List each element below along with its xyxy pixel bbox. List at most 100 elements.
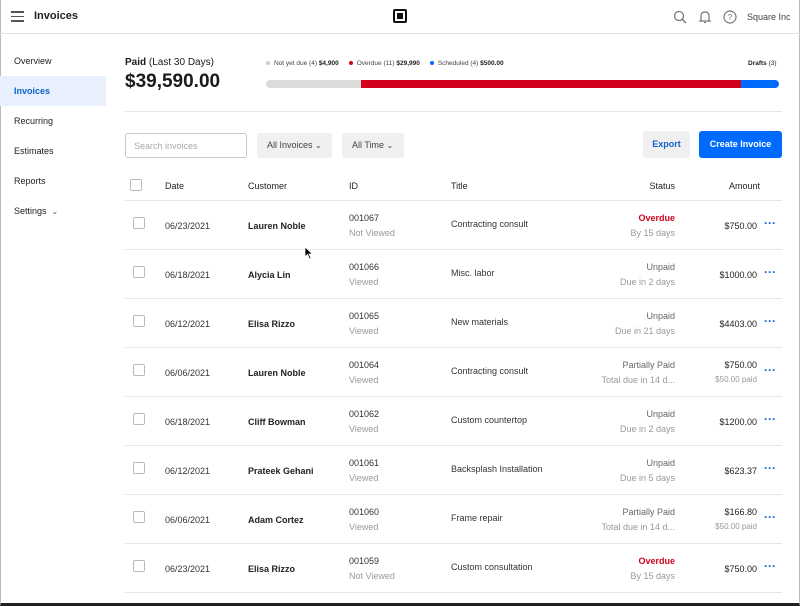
- row-checkbox[interactable]: [133, 462, 145, 474]
- divider: [125, 111, 782, 112]
- filter-label: All Time: [352, 140, 385, 150]
- export-button[interactable]: Export: [643, 131, 690, 158]
- status-badge: Unpaid: [646, 262, 675, 272]
- column-header-id[interactable]: ID: [349, 181, 358, 191]
- table-row[interactable]: 06/18/2021 Cliff Bowman 001062 Viewed Custom…: [125, 397, 782, 446]
- more-options-icon[interactable]: ···: [764, 461, 776, 475]
- column-header-customer[interactable]: Customer: [248, 181, 287, 191]
- view-status: Viewed: [349, 277, 379, 287]
- amount-paid: $50.00 paid: [715, 375, 757, 384]
- square-logo-icon[interactable]: [393, 9, 407, 23]
- column-header-status[interactable]: Status: [649, 181, 675, 191]
- invoice-amount: $750.00: [724, 564, 757, 574]
- mouse-cursor-icon: [304, 246, 314, 260]
- customer-name: Prateek Gehani: [248, 466, 314, 476]
- invoice-amount: $1000.00: [719, 270, 757, 280]
- row-checkbox[interactable]: [133, 217, 145, 229]
- legend-overdue: Overdue (11) $29,990: [348, 60, 420, 67]
- row-checkbox[interactable]: [133, 511, 145, 523]
- invoice-filter-dropdown[interactable]: All Invoices ⌄: [257, 133, 332, 158]
- invoice-date: 06/06/2021: [165, 368, 211, 378]
- invoice-date: 06/12/2021: [165, 466, 211, 476]
- invoice-id: 001060: [349, 507, 380, 517]
- table-row[interactable]: 06/23/2021 Lauren Noble 001067 Not Viewed Co…: [125, 201, 782, 250]
- legend-label: Overdue (11): [356, 60, 395, 67]
- view-status: Viewed: [349, 375, 379, 385]
- column-header-date[interactable]: Date: [165, 181, 184, 191]
- invoice-amount: $4403.00: [719, 319, 757, 329]
- more-options-icon[interactable]: ···: [764, 216, 776, 230]
- table-row[interactable]: 06/23/2021 Elisa Rizzo 001059 Not Viewed Cus…: [125, 544, 782, 593]
- table-row[interactable]: 06/18/2021 Alycia Lin 001066 Viewed Misc. la…: [125, 250, 782, 299]
- invoice-date: 06/18/2021: [165, 270, 211, 280]
- invoice-id: 001061: [349, 458, 380, 468]
- invoice-status-progress-bar: [266, 80, 779, 88]
- chevron-down-icon: ⌄: [315, 141, 322, 150]
- sidebar-item-recurring[interactable]: Recurring: [0, 106, 106, 136]
- table-row[interactable]: 06/12/2021 Prateek Gehani 001061 Viewed Back…: [125, 446, 782, 495]
- drafts-link[interactable]: Drafts (3): [748, 60, 777, 67]
- search-icon[interactable]: [673, 10, 687, 24]
- invoice-date: 06/23/2021: [165, 564, 211, 574]
- view-status: Viewed: [349, 326, 379, 336]
- sidebar-item-estimates[interactable]: Estimates: [0, 136, 106, 166]
- row-checkbox[interactable]: [133, 364, 145, 376]
- status-badge: Overdue: [638, 213, 675, 223]
- invoice-title: Contracting consult: [451, 219, 529, 229]
- search-input[interactable]: [125, 133, 247, 158]
- more-options-icon[interactable]: ···: [764, 412, 776, 426]
- invoice-title: Custom consultation: [451, 562, 533, 572]
- status-badge: Partially Paid: [622, 360, 675, 370]
- bell-icon[interactable]: [698, 10, 712, 24]
- legend-value: $4,900: [318, 60, 339, 67]
- customer-name: Adam Cortez: [248, 515, 304, 525]
- status-detail: Due in 21 days: [614, 326, 675, 336]
- view-status: Not Viewed: [349, 228, 395, 238]
- amount-paid: $50.00 paid: [715, 522, 757, 531]
- view-status: Viewed: [349, 522, 379, 532]
- legend-scheduled: Scheduled (4) $500.00: [429, 60, 504, 67]
- customer-name: Alycia Lin: [248, 270, 291, 280]
- invoice-amount: $750.00: [724, 221, 757, 231]
- customer-name: Elisa Rizzo: [248, 319, 296, 329]
- table-row[interactable]: 06/06/2021 Lauren Noble 001064 Viewed Contra…: [125, 348, 782, 397]
- row-checkbox[interactable]: [133, 266, 145, 278]
- status-legend: Not yet due (4) $4,900 Overdue (11) $29,…: [266, 60, 504, 67]
- table-row[interactable]: 06/12/2021 Elisa Rizzo 001065 Viewed New mat…: [125, 299, 782, 348]
- row-checkbox[interactable]: [133, 315, 145, 327]
- sidebar-item-overview[interactable]: Overview: [0, 46, 106, 76]
- more-options-icon[interactable]: ···: [764, 363, 776, 377]
- sidebar-item-settings[interactable]: Settings ⌄: [0, 196, 106, 226]
- svg-text:?: ?: [728, 13, 733, 22]
- invoice-amount: $1200.00: [719, 417, 757, 427]
- select-all-checkbox[interactable]: [130, 179, 142, 191]
- row-checkbox[interactable]: [133, 413, 145, 425]
- filter-label: All Invoices: [267, 140, 313, 150]
- sidebar-item-reports[interactable]: Reports: [0, 166, 106, 196]
- sidebar: Overview Invoices Recurring Estimates Re…: [0, 46, 106, 226]
- table-row[interactable]: 06/06/2021 Adam Cortez 001060 Viewed Frame r…: [125, 495, 782, 544]
- row-checkbox[interactable]: [133, 560, 145, 572]
- invoice-title: Misc. labor: [451, 268, 495, 278]
- invoice-date: 06/18/2021: [165, 417, 211, 427]
- help-icon[interactable]: ?: [723, 10, 737, 24]
- legend-dot: [266, 61, 270, 66]
- more-options-icon[interactable]: ···: [764, 510, 776, 524]
- column-header-amount[interactable]: Amount: [729, 181, 760, 191]
- column-header-title[interactable]: Title: [451, 181, 468, 191]
- company-name[interactable]: Square Inc: [747, 12, 791, 22]
- legend-dot: [348, 61, 353, 66]
- status-detail: By 15 days: [630, 228, 675, 238]
- sidebar-item-invoices[interactable]: Invoices: [0, 76, 106, 106]
- paid-label-text: Paid: [125, 57, 147, 68]
- status-badge: Unpaid: [646, 311, 675, 321]
- more-options-icon[interactable]: ···: [764, 265, 776, 279]
- legend-dot: [429, 61, 434, 66]
- more-options-icon[interactable]: ···: [764, 314, 776, 328]
- time-filter-dropdown[interactable]: All Time ⌄: [342, 133, 404, 158]
- paid-period: (Last 30 Days): [148, 57, 214, 68]
- more-options-icon[interactable]: ···: [764, 559, 776, 573]
- create-invoice-button[interactable]: Create Invoice: [699, 131, 782, 158]
- menu-icon[interactable]: [11, 11, 24, 22]
- legend-label: Scheduled (4): [437, 60, 479, 67]
